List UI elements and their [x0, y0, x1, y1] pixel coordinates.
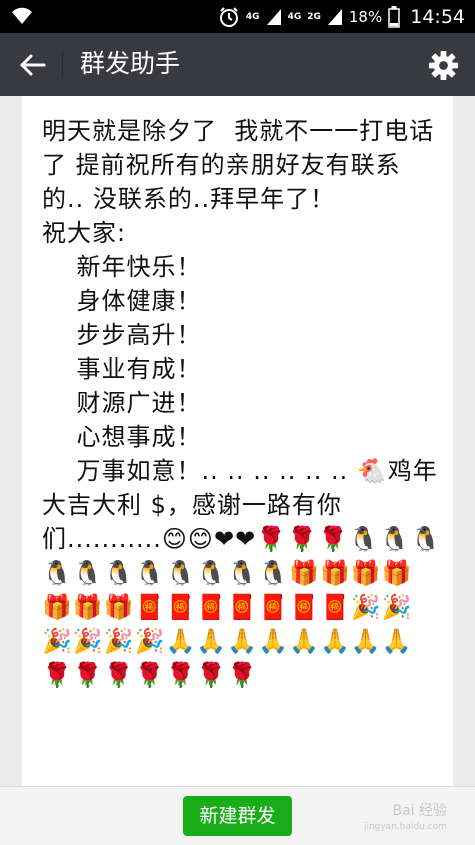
gear-icon[interactable]	[428, 50, 459, 81]
signal-icon-secondary	[327, 8, 342, 25]
page-title: 群发助手	[80, 49, 181, 78]
battery-icon	[388, 5, 400, 28]
alarm-icon	[219, 6, 238, 27]
new-broadcast-button[interactable]: 新建群发	[183, 796, 292, 836]
wifi-icon	[12, 7, 32, 25]
back-arrow-icon[interactable]	[18, 52, 46, 78]
network-type-2g: 2G	[307, 11, 321, 22]
network-type-4g: 4G	[245, 11, 260, 22]
battery-percentage: 18%	[348, 7, 383, 26]
clock-time: 14:54	[410, 5, 465, 28]
status-bar: 4G 4G 2G 18% 14:54	[0, 0, 475, 33]
baidu-watermark: Bai 经验 jingyan.baidu.com	[364, 800, 447, 832]
title-bar: 群发助手	[0, 33, 475, 96]
watermark-brand: Bai 经验	[392, 803, 447, 819]
message-card: 明天就是除夕了 我就不一一打电话了 提前祝所有的亲朋好友有联系的.. 没联系的.…	[22, 96, 453, 786]
broadcast-message-text: 明天就是除夕了 我就不一一打电话了 提前祝所有的亲朋好友有联系的.. 没联系的.…	[42, 117, 442, 689]
signal-icon	[266, 8, 281, 25]
title-divider	[62, 51, 63, 78]
watermark-url: jingyan.baidu.com	[363, 822, 447, 832]
network-type-4g-secondary: 4G	[287, 11, 302, 22]
